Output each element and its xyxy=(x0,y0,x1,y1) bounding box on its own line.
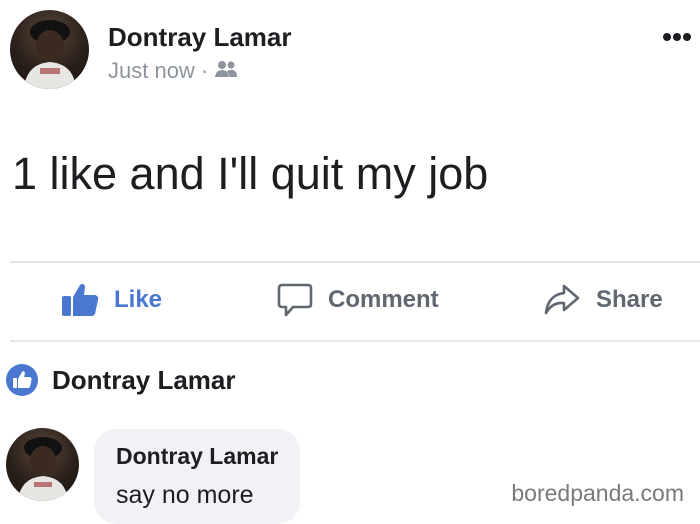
thumbs-up-icon xyxy=(62,283,99,316)
more-options-icon[interactable] xyxy=(662,30,692,44)
share-icon xyxy=(544,284,580,315)
like-label: Like xyxy=(114,286,163,313)
share-label: Share xyxy=(596,286,663,313)
comment-author[interactable]: Dontray Lamar xyxy=(116,443,278,470)
comment-text: say no more xyxy=(116,481,254,509)
share-button[interactable]: Share xyxy=(542,280,663,320)
post-author-name[interactable]: Dontray Lamar xyxy=(108,22,292,53)
comment-label: Comment xyxy=(328,286,439,313)
meta-separator: · xyxy=(200,58,209,83)
commenter-avatar[interactable] xyxy=(6,428,79,501)
post-timestamp[interactable]: Just now xyxy=(108,58,195,84)
post-author-avatar[interactable] xyxy=(10,10,89,89)
post-text: 1 like and I'll quit my job xyxy=(12,148,489,199)
comment-button[interactable]: Comment xyxy=(276,280,439,320)
friends-icon[interactable] xyxy=(214,58,238,84)
divider xyxy=(10,261,700,263)
post-meta: Just now · xyxy=(108,58,238,84)
likes-row[interactable]: Dontray Lamar xyxy=(6,364,236,396)
like-button[interactable]: Like xyxy=(60,280,162,320)
comment-bubble: Dontray Lamar say no more xyxy=(94,429,300,524)
comment-icon xyxy=(277,283,313,317)
divider xyxy=(10,340,700,342)
like-reaction-icon xyxy=(6,364,38,396)
watermark: boredpanda.com xyxy=(511,480,684,506)
liker-name[interactable]: Dontray Lamar xyxy=(52,365,236,396)
